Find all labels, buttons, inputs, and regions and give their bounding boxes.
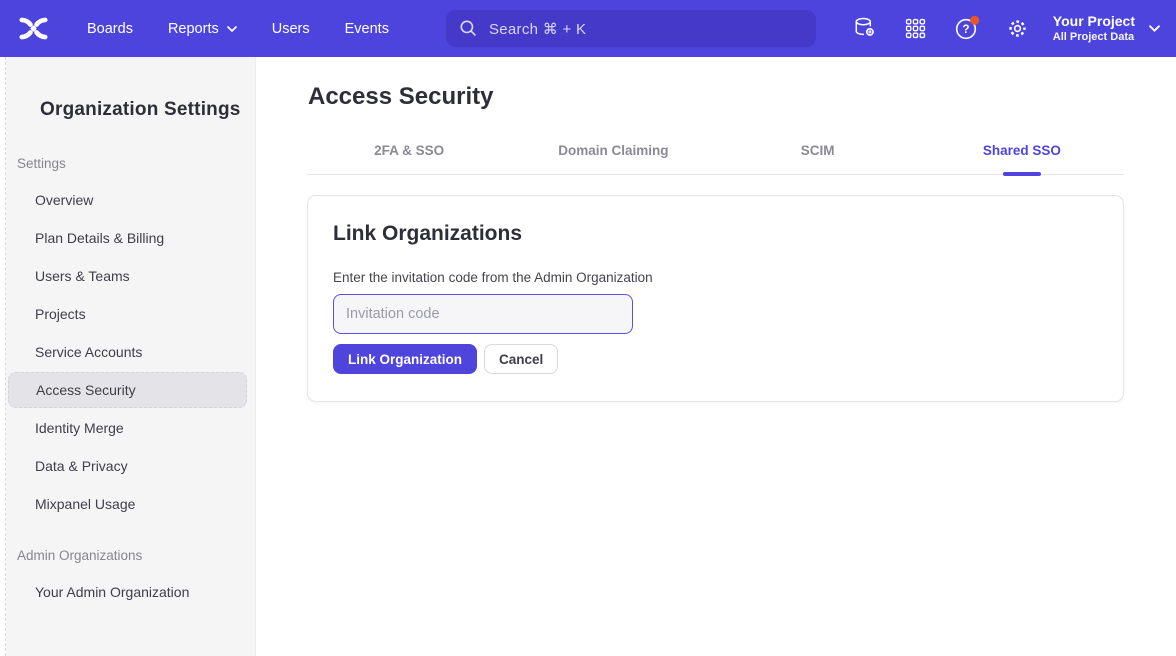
sidebar-item-identity-merge[interactable]: Identity Merge	[0, 409, 255, 447]
mixpanel-logo-icon	[18, 15, 49, 42]
sidebar-item-projects[interactable]: Projects	[0, 295, 255, 333]
sidebar-item-users-teams[interactable]: Users & Teams	[0, 257, 255, 295]
notification-badge	[970, 16, 979, 25]
card-actions: Link Organization Cancel	[333, 344, 1098, 374]
search-placeholder: Search ⌘ + K	[489, 20, 586, 38]
link-organization-button[interactable]: Link Organization	[333, 344, 477, 374]
sidebar-title: Organization Settings	[40, 99, 255, 121]
sidebar-item-access-security[interactable]: Access Security	[8, 372, 247, 408]
project-subtitle: All Project Data	[1053, 30, 1135, 44]
sidebar-item-service-accounts[interactable]: Service Accounts	[0, 333, 255, 371]
page-title: Access Security	[308, 83, 1176, 111]
tab-bar: 2FA & SSO Domain Claiming SCIM Shared SS…	[307, 135, 1124, 175]
settings-sidebar: Organization Settings Settings Overview …	[0, 57, 256, 656]
database-gear-icon[interactable]	[852, 15, 878, 41]
sidebar-item-plan-details-billing[interactable]: Plan Details & Billing	[0, 219, 255, 257]
chevron-down-icon	[227, 26, 237, 32]
nav-users[interactable]: Users	[272, 21, 310, 37]
project-name: Your Project	[1053, 12, 1135, 30]
invitation-code-input[interactable]	[333, 294, 633, 334]
sidebar-item-data-privacy[interactable]: Data & Privacy	[0, 447, 255, 485]
sidebar-item-your-admin-organization[interactable]: Your Admin Organization	[0, 573, 255, 611]
cancel-button[interactable]: Cancel	[484, 344, 558, 374]
sidebar-item-mixpanel-usage[interactable]: Mixpanel Usage	[0, 485, 255, 523]
gear-icon[interactable]	[1005, 15, 1031, 41]
search-icon	[459, 19, 478, 38]
tab-shared-sso[interactable]: Shared SSO	[920, 135, 1124, 174]
sidebar-section-admin-organizations: Admin Organizations	[17, 548, 255, 563]
primary-nav: Boards Reports Users Events	[87, 21, 389, 37]
nav-events[interactable]: Events	[345, 21, 389, 37]
apps-grid-icon[interactable]	[903, 15, 929, 41]
svg-text:?: ?	[962, 25, 969, 37]
tab-2fa-sso[interactable]: 2FA & SSO	[307, 135, 511, 174]
nav-reports-label: Reports	[168, 21, 219, 37]
project-selector[interactable]: Your Project All Project Data	[1053, 12, 1135, 44]
link-organizations-card: Link Organizations Enter the invitation …	[307, 195, 1124, 402]
search-input[interactable]: Search ⌘ + K	[446, 10, 816, 47]
sidebar-section-settings: Settings	[17, 156, 255, 171]
app: Boards Reports Users Events Search ⌘ + K	[0, 0, 1176, 656]
sidebar-item-overview[interactable]: Overview	[0, 181, 255, 219]
nav-reports[interactable]: Reports	[168, 21, 237, 37]
project-chevron-down-icon[interactable]	[1149, 25, 1160, 32]
invitation-code-label: Enter the invitation code from the Admin…	[333, 270, 1098, 285]
mixpanel-logo[interactable]	[18, 15, 50, 43]
tab-scim[interactable]: SCIM	[716, 135, 920, 174]
nav-boards[interactable]: Boards	[87, 21, 133, 37]
tab-domain-claiming[interactable]: Domain Claiming	[511, 135, 715, 174]
nav-right-group: ? Your Project All Project Data	[852, 12, 1160, 44]
card-title: Link Organizations	[333, 222, 1098, 246]
main-content: Access Security 2FA & SSO Domain Claimin…	[256, 57, 1176, 656]
help-circle-icon[interactable]: ?	[954, 15, 980, 41]
top-nav: Boards Reports Users Events Search ⌘ + K	[0, 0, 1176, 57]
